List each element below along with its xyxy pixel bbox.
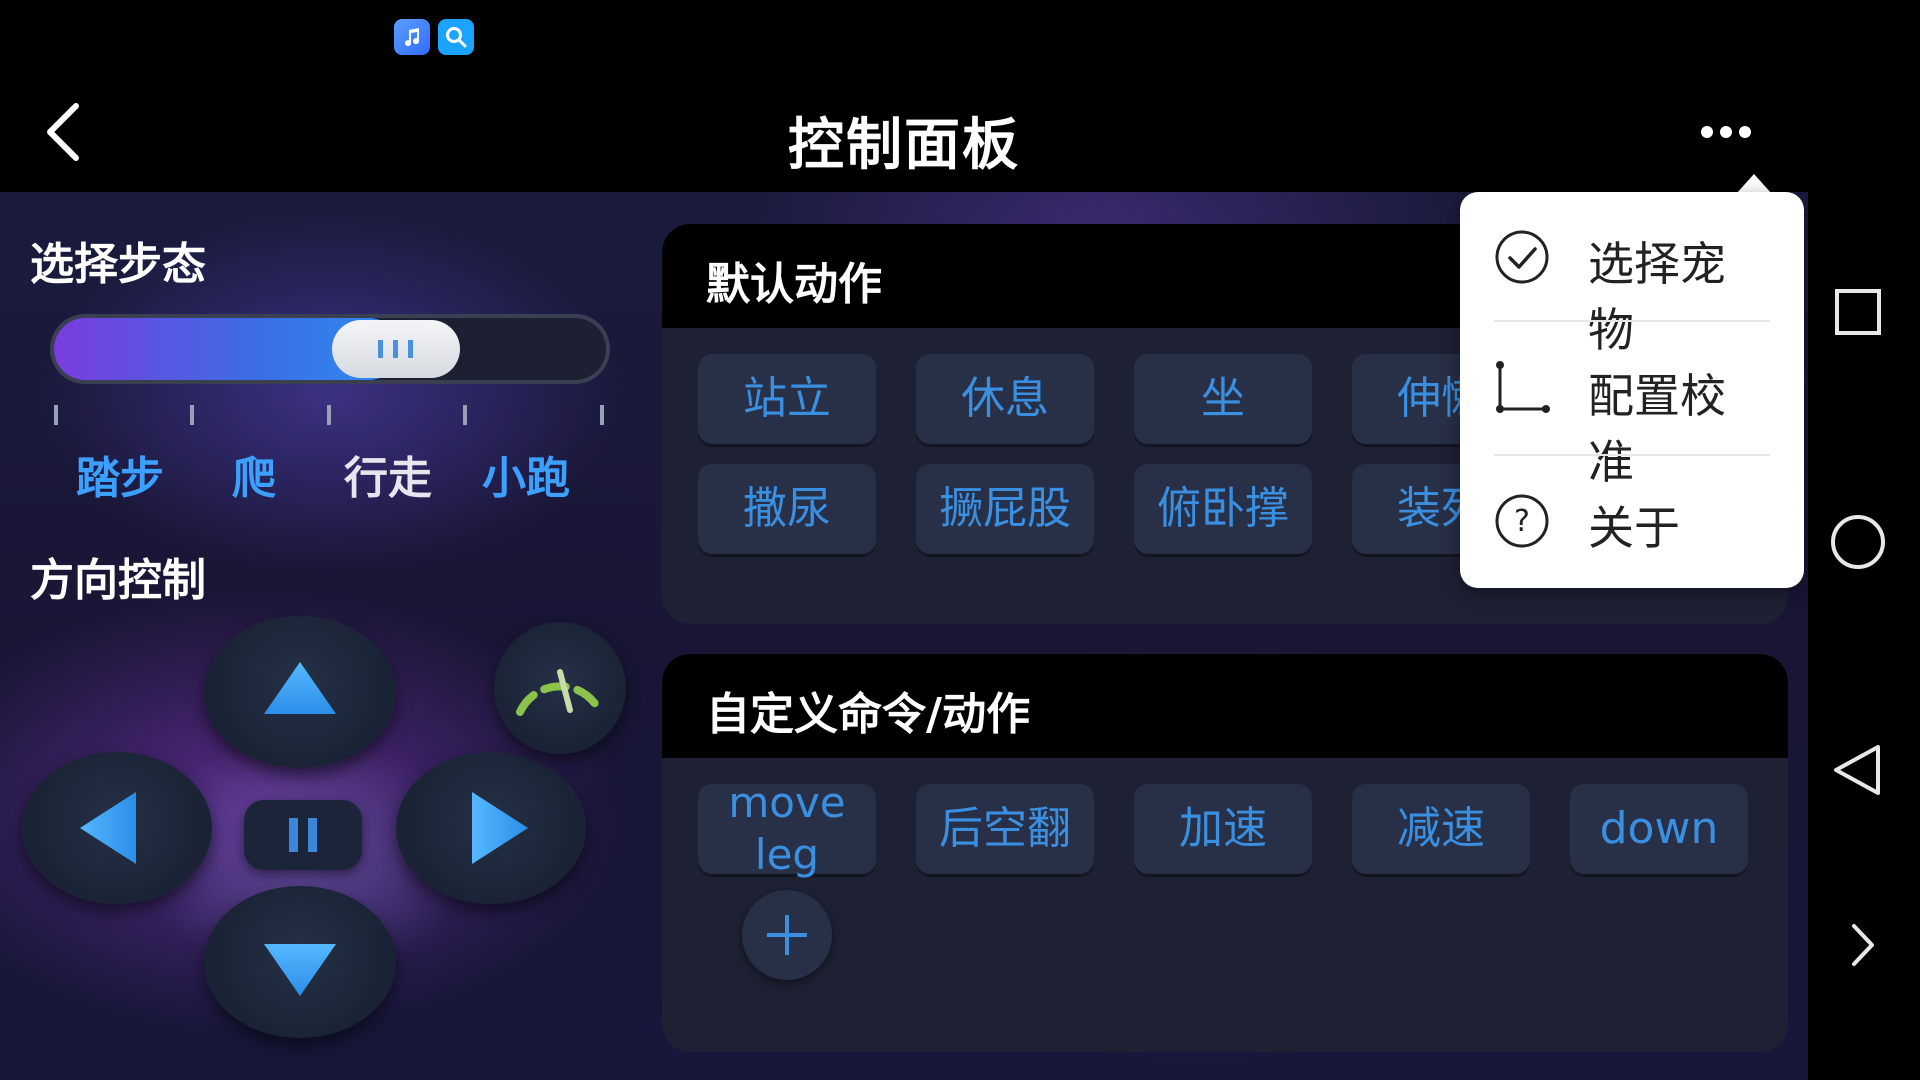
more-menu-button[interactable] bbox=[1700, 124, 1752, 140]
system-back-button[interactable] bbox=[1830, 742, 1886, 798]
search-app-icon bbox=[438, 19, 474, 55]
speed-gauge-button[interactable] bbox=[494, 622, 626, 754]
gait-option-crawl[interactable]: 爬 bbox=[232, 442, 276, 506]
gait-option-step[interactable]: 踏步 bbox=[76, 442, 164, 506]
tick bbox=[463, 405, 467, 425]
custom-actions-header: 自定义命令/动作 bbox=[662, 654, 1788, 758]
action-sit-button[interactable]: 坐 bbox=[1134, 354, 1312, 444]
gait-section-label: 选择步态 bbox=[30, 239, 206, 290]
tick bbox=[327, 405, 331, 425]
calibrate-axis-icon bbox=[1496, 361, 1550, 413]
direction-section-label: 方向控制 bbox=[30, 555, 206, 606]
up-button[interactable] bbox=[204, 616, 396, 768]
menu-item-select-pet[interactable]: 选择宠物 bbox=[1494, 192, 1770, 357]
system-nav-bar bbox=[1808, 0, 1920, 1080]
menu-item-about[interactable]: ? 关于 bbox=[1494, 456, 1770, 586]
custom-actions-panel: 自定义命令/动作 move leg 后空翻 加速 减速 down bbox=[662, 654, 1788, 1052]
menu-divider bbox=[1494, 320, 1770, 322]
check-circle-icon bbox=[1495, 230, 1549, 284]
page-title: 控制面板 bbox=[788, 113, 1020, 178]
custom-slow-down-button[interactable]: 减速 bbox=[1352, 784, 1530, 874]
recents-square-icon bbox=[1835, 289, 1881, 335]
gait-slider-knob[interactable] bbox=[332, 320, 461, 378]
left-button[interactable] bbox=[22, 752, 212, 904]
svg-text:?: ? bbox=[1514, 504, 1530, 539]
menu-pointer bbox=[1736, 174, 1772, 194]
tick bbox=[190, 405, 194, 425]
tick bbox=[54, 405, 58, 425]
custom-actions-title: 自定义命令/动作 bbox=[706, 689, 1031, 740]
grip-lines-icon bbox=[378, 340, 414, 358]
home-button[interactable] bbox=[1828, 512, 1888, 572]
add-custom-action-button[interactable] bbox=[742, 890, 832, 980]
menu-item-label: 关于 bbox=[1588, 501, 1680, 555]
more-dropdown-menu: 选择宠物 配置校准 ? 关于 bbox=[1460, 192, 1804, 588]
default-actions-title: 默认动作 bbox=[706, 259, 882, 310]
status-bar bbox=[0, 0, 1808, 72]
right-button[interactable] bbox=[396, 752, 586, 904]
more-dots-icon bbox=[1701, 126, 1751, 138]
triangle-down-icon bbox=[264, 944, 336, 996]
gait-ticks bbox=[54, 405, 604, 425]
action-butt-up-button[interactable]: 撅屁股 bbox=[916, 464, 1094, 554]
home-circle-icon bbox=[1831, 515, 1885, 569]
recents-button[interactable] bbox=[1832, 286, 1884, 338]
custom-down-button[interactable]: down bbox=[1570, 784, 1748, 874]
action-stand-button[interactable]: 站立 bbox=[698, 354, 876, 444]
gait-option-walk[interactable]: 行走 bbox=[344, 442, 432, 506]
gait-option-trot[interactable]: 小跑 bbox=[482, 442, 570, 506]
expand-chevron-icon bbox=[1852, 924, 1874, 966]
custom-speed-up-button[interactable]: 加速 bbox=[1134, 784, 1312, 874]
custom-backflip-button[interactable]: 后空翻 bbox=[916, 784, 1094, 874]
app-header: 控制面板 bbox=[0, 72, 1808, 192]
action-pushup-button[interactable]: 俯卧撑 bbox=[1134, 464, 1312, 554]
triangle-up-icon bbox=[264, 662, 336, 714]
menu-item-calibrate[interactable]: 配置校准 bbox=[1494, 324, 1770, 489]
nav-expand-button[interactable] bbox=[1844, 922, 1880, 968]
pause-button[interactable] bbox=[244, 800, 362, 870]
tick bbox=[600, 405, 604, 425]
pause-bar-icon bbox=[308, 818, 317, 852]
action-rest-button[interactable]: 休息 bbox=[916, 354, 1094, 444]
plus-icon bbox=[767, 915, 807, 955]
custom-move-leg-button[interactable]: move leg bbox=[698, 778, 876, 879]
music-app-icon bbox=[394, 19, 430, 55]
triangle-left-icon bbox=[80, 792, 136, 864]
down-button[interactable] bbox=[204, 886, 396, 1038]
triangle-right-icon bbox=[472, 792, 528, 864]
back-triangle-icon bbox=[1834, 745, 1880, 795]
help-circle-icon: ? bbox=[1495, 494, 1549, 548]
speedometer-icon bbox=[516, 669, 604, 716]
pause-bar-icon bbox=[289, 818, 298, 852]
gait-slider[interactable] bbox=[50, 314, 610, 384]
action-pee-button[interactable]: 撒尿 bbox=[698, 464, 876, 554]
